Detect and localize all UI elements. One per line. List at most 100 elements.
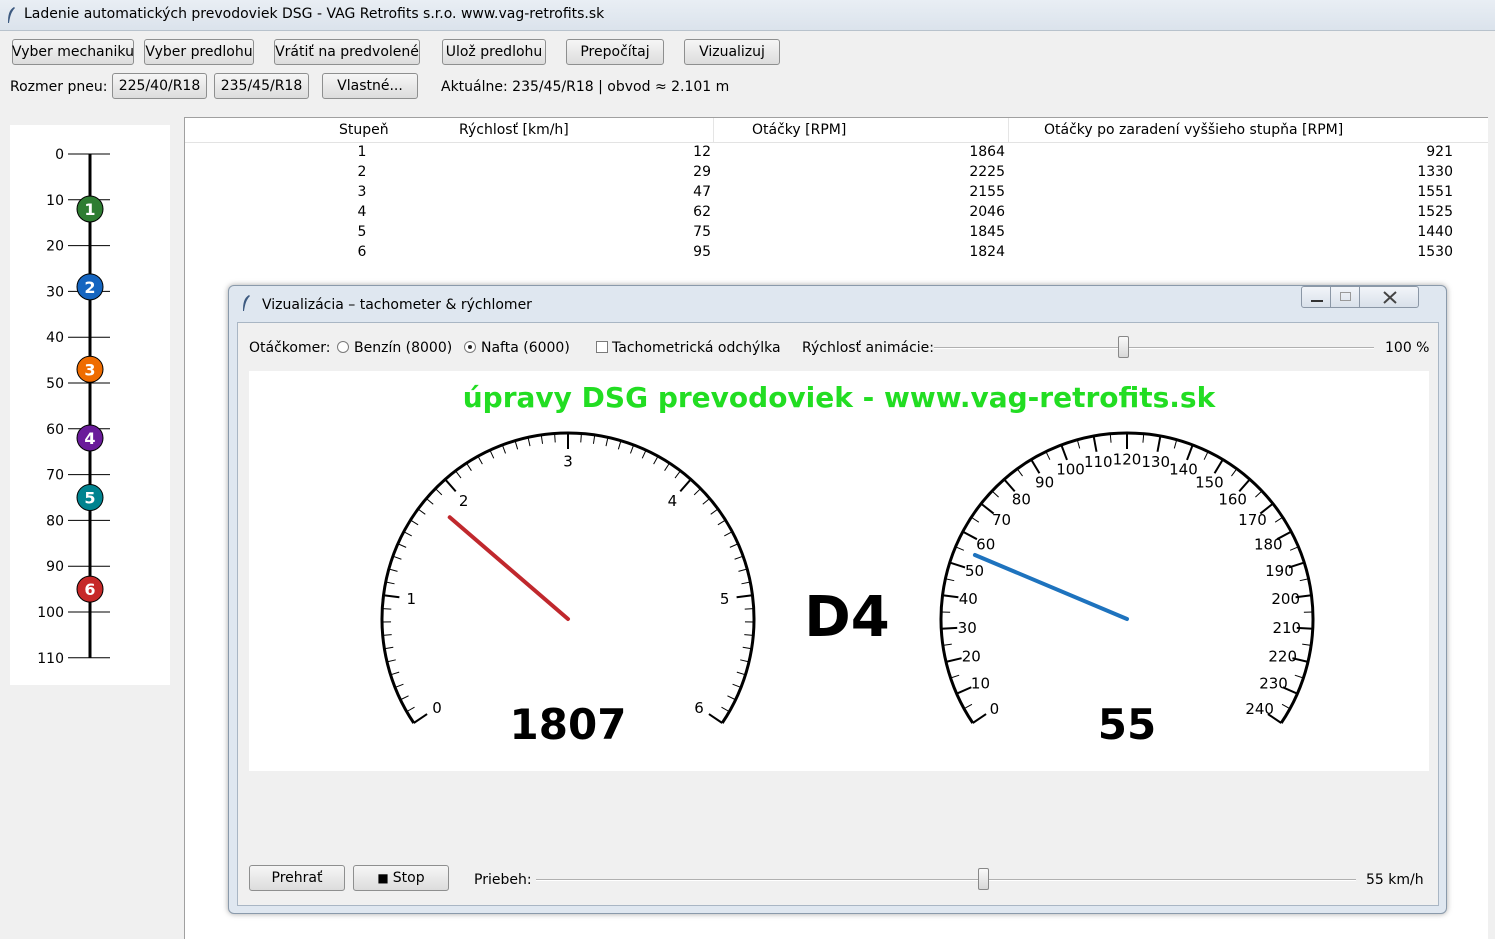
table-row[interactable]: 57518451440 [185, 224, 1488, 244]
gear-marker-label: 3 [84, 360, 95, 379]
tacho-deviation-label[interactable]: Tachometrická odchýlka [612, 340, 781, 356]
recalculate-button[interactable]: Prepočítaj [566, 39, 664, 65]
gear-marker-label: 1 [84, 200, 95, 219]
progress-track[interactable] [536, 879, 1356, 881]
speed-tick-label: 170 [1238, 511, 1267, 529]
visualize-button[interactable]: Vizualizuj [684, 39, 780, 65]
ladder-tick-label: 110 [37, 651, 64, 667]
rpm-tick [528, 437, 530, 446]
close-button[interactable] [1359, 286, 1419, 308]
speed-tick [1282, 704, 1290, 708]
rpm-tick [393, 556, 401, 559]
speed-tick [946, 658, 962, 662]
maximize-icon [1340, 292, 1351, 301]
rpm-tick [718, 520, 726, 525]
table-cell: 1864 [969, 144, 1005, 160]
table-cell: 75 [693, 224, 711, 240]
minimize-icon [1311, 300, 1323, 302]
petrol-radio[interactable] [337, 341, 349, 353]
rpm-tick-label: 3 [563, 452, 573, 470]
rpm-tick [490, 450, 494, 458]
speed-tick [1031, 460, 1039, 474]
speed-tick [1255, 491, 1262, 497]
table-row[interactable]: 1121864921 [185, 144, 1488, 164]
speed-tick-label: 150 [1195, 473, 1224, 491]
rpm-tick [456, 471, 461, 478]
save-template-button[interactable]: Ulož predlohu [442, 39, 546, 65]
speed-tick-label: 20 [962, 647, 981, 665]
rpm-tick [675, 471, 680, 478]
speed-tick-label: 220 [1268, 647, 1297, 665]
speed-tick-label: 200 [1271, 590, 1300, 608]
table-row[interactable]: 46220461525 [185, 204, 1488, 224]
rpm-tick [733, 684, 741, 687]
speed-tick-label: 30 [958, 619, 977, 637]
select-mechanism-button[interactable]: Vyber mechaniku [12, 39, 134, 65]
table-cell: 1330 [1417, 164, 1453, 180]
rpm-tick [730, 544, 738, 548]
anim-speed-track[interactable] [934, 347, 1374, 349]
reset-defaults-button[interactable]: Vrátiť na predvolené [274, 39, 420, 65]
tyre-225-button[interactable]: 225/40/R18 [112, 73, 207, 99]
table-cell: 1551 [1417, 184, 1453, 200]
table-header: Stupeň Rýchlosť [km/h] Otáčky [RPM] Otáč… [185, 118, 1488, 143]
tyre-custom-button[interactable]: Vlastné... [322, 73, 418, 99]
rpm-tick [418, 509, 425, 514]
rpm-tick [414, 714, 427, 723]
table-row[interactable]: 69518241530 [185, 244, 1488, 264]
ladder-tick-label: 80 [46, 513, 64, 529]
table-row[interactable]: 22922251330 [185, 164, 1488, 184]
speed-needle [975, 555, 1127, 619]
speed-tick [1204, 452, 1208, 460]
rpm-tick [703, 498, 710, 504]
stop-button[interactable]: ■ Stop [353, 865, 449, 891]
maximize-button[interactable] [1330, 286, 1360, 308]
speed-tick-label: 70 [992, 511, 1011, 529]
progress-value: 55 km/h [1366, 872, 1424, 888]
ladder-tick-label: 90 [46, 559, 64, 575]
petrol-radio-label[interactable]: Benzín (8000) [354, 340, 452, 356]
header-rpm[interactable]: Otáčky [RPM] [752, 122, 846, 138]
ladder-tick-label: 20 [46, 239, 64, 255]
speed-tick [1295, 675, 1304, 678]
header-gear[interactable]: Stupeň [339, 122, 389, 138]
speed-tick [941, 628, 957, 629]
minimize-button[interactable] [1301, 286, 1331, 308]
speed-tick-label: 80 [1012, 490, 1031, 508]
play-button[interactable]: Prehrať [249, 865, 345, 891]
speed-tick [1187, 445, 1193, 460]
diesel-radio[interactable] [464, 341, 476, 353]
speed-tick [963, 532, 977, 540]
table-cell: 5 [342, 224, 382, 240]
gear-marker-label: 2 [84, 278, 95, 297]
speed-tick [1215, 460, 1223, 474]
rpm-tick [654, 456, 658, 464]
rpm-tick [711, 509, 718, 514]
gear-ladder-panel: 0102030405060708090100110123456 [10, 125, 170, 685]
speed-tick [943, 595, 959, 597]
rpm-readout: 1807 [468, 700, 668, 749]
progress-slider[interactable] [978, 868, 989, 890]
rpm-tick [541, 435, 542, 444]
speed-tick [973, 714, 986, 723]
speed-tick-label: 10 [971, 675, 990, 693]
speed-dial-arc [941, 433, 1313, 723]
viz-content: Otáčkomer: Benzín (8000) Nafta (6000) Ta… [237, 322, 1439, 906]
select-template-button[interactable]: Vyber predlohu [144, 39, 254, 65]
speed-tick-label: 130 [1141, 453, 1170, 471]
rpm-tick [400, 696, 408, 700]
table-row[interactable]: 34721551551 [185, 184, 1488, 204]
anim-speed-slider[interactable] [1118, 336, 1129, 358]
rpm-tick [737, 672, 746, 675]
gear-marker-label: 4 [84, 429, 95, 448]
rpm-tick-label: 2 [459, 492, 469, 510]
tyre-235-button[interactable]: 235/45/R18 [214, 73, 309, 99]
rpm-tick [606, 437, 608, 446]
diesel-radio-label[interactable]: Nafta (6000) [481, 340, 570, 356]
tacho-deviation-checkbox[interactable] [596, 341, 608, 353]
rpm-tick [724, 532, 732, 536]
gear-indicator: D4 [787, 585, 907, 650]
visualization-window: Vizualizácia – tachometer & rýchlomer Ot… [228, 285, 1447, 914]
header-speed[interactable]: Rýchlosť [km/h] [459, 122, 569, 138]
header-rpm-after-shift[interactable]: Otáčky po zaradení vyššieho stupňa [RPM] [1044, 122, 1343, 138]
